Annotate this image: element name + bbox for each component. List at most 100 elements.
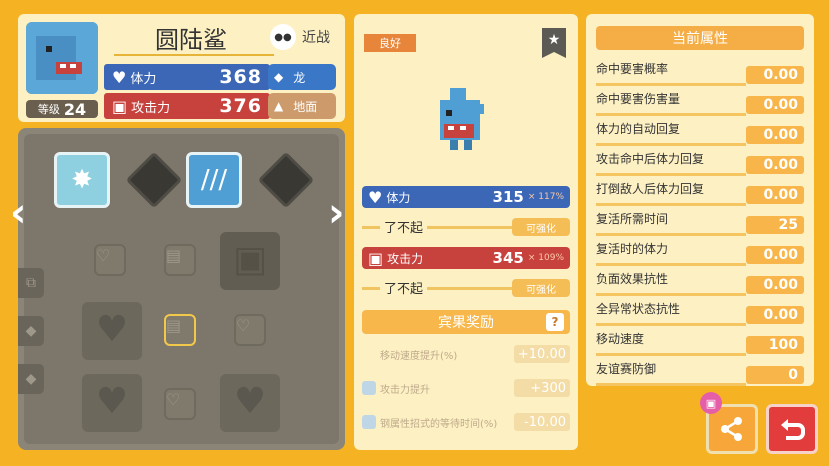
stone-slot-large[interactable]: ♥: [82, 302, 142, 360]
pokemon-header: 等级 24 圆陆鲨 ●● 近战 ♥ 体力 368 ▣ 攻击力 376 ◆ 龙 ▲…: [18, 14, 345, 122]
pokemon-name: 圆陆鲨: [155, 26, 227, 54]
rank-ribbon: 良好: [364, 34, 416, 52]
attack-stat: ▣ 攻击力 376: [104, 93, 270, 119]
attribute-label: 命中要害伤害量: [596, 92, 681, 106]
row-underline: [596, 173, 746, 176]
attribute-value: 0.00: [746, 96, 804, 114]
stone-slot-large[interactable]: ▣: [220, 232, 280, 290]
bonus-row: 攻击力提升 +300: [362, 378, 570, 398]
row-underline: [596, 203, 746, 206]
side-tab-3[interactable]: ◆: [18, 364, 44, 394]
attribute-label: 复活所需时间: [596, 212, 669, 226]
board-grid: ✸ /// ♡ ▤ ▣ ♥ ▤ ♡ ♥ ♡ ♥: [24, 134, 339, 444]
level-badge: 等级 24: [26, 99, 98, 119]
skill-gem-2[interactable]: [257, 151, 315, 209]
detail-attack-bar: ▣ 攻击力 345 × 109%: [362, 247, 570, 269]
gift-icon[interactable]: ▣: [700, 392, 722, 414]
attack-rating: 了不起: [380, 278, 428, 297]
help-icon[interactable]: ?: [546, 313, 564, 331]
attack-style: ●● 近战: [270, 24, 330, 50]
chevron-right-icon: ›: [328, 190, 345, 236]
attribute-row: 打倒敌人后体力回复 0.00: [596, 180, 804, 206]
stone-slot-selected[interactable]: ▤: [164, 314, 196, 346]
stone-slot[interactable]: ♡: [164, 388, 196, 420]
detail-hp-multiplier: × 117%: [527, 192, 564, 202]
level-label: 等级: [37, 103, 60, 116]
fist-icon: ▣: [112, 96, 128, 116]
attack-style-label: 近战: [302, 30, 330, 46]
bonus-label: 攻击力提升: [380, 384, 430, 396]
attribute-value: 0.00: [746, 156, 804, 174]
row-underline: [596, 263, 746, 266]
attribute-value: 25: [746, 216, 804, 234]
current-attributes-panel: 当前属性 命中要害概率 0.00 命中要害伤害量 0.00 体力的自动回复 0.…: [586, 14, 814, 386]
ground-type-icon: ▲: [274, 99, 284, 113]
claw-move-icon: ///: [200, 165, 228, 195]
stone-slot-large[interactable]: ♥: [82, 374, 142, 432]
stone-slot-large[interactable]: ♥: [220, 374, 280, 432]
level-value: 24: [63, 99, 87, 119]
attribute-label: 负面效果抗性: [596, 272, 669, 286]
detail-hp-label: 体力: [386, 190, 411, 205]
stone-slot[interactable]: ♡: [94, 244, 126, 276]
heart-icon: ♥: [112, 67, 127, 87]
attribute-value: 0.00: [746, 66, 804, 84]
side-tab-2[interactable]: ◆: [18, 316, 44, 346]
bonus-value: -10.00: [514, 413, 570, 431]
attack-enhance-button[interactable]: 可强化: [512, 279, 570, 297]
type-dragon: ◆ 龙: [268, 64, 336, 90]
hp-enhance-button[interactable]: 可强化: [512, 218, 570, 236]
dragon-tab-icon: ◆: [25, 371, 37, 387]
stone-slot[interactable]: ♡: [234, 314, 266, 346]
fist-icon: ▣: [368, 248, 384, 268]
attack-label: 攻击力: [131, 100, 171, 116]
favorite-star-icon[interactable]: ★: [542, 28, 566, 58]
next-arrow[interactable]: ›: [328, 190, 344, 236]
row-underline: [596, 113, 746, 116]
hp-stat: ♥ 体力 368: [104, 64, 270, 90]
bonus-row: 移动速度提升(%) +10.00: [362, 344, 570, 364]
bingo-bonus-header: 宾果奖励 ?: [362, 310, 570, 334]
dragon-type-icon: [362, 381, 376, 395]
detail-hp-value: 315: [492, 188, 524, 206]
attribute-row: 攻击命中后体力回复 0.00: [596, 150, 804, 176]
bingo-bonus-title: 宾果奖励: [438, 315, 494, 331]
attribute-label: 友谊赛防御: [596, 362, 657, 376]
attribute-label: 命中要害概率: [596, 62, 669, 76]
row-underline: [596, 143, 746, 146]
dragon-tab-icon: ◆: [25, 323, 37, 339]
move-slot-2[interactable]: ///: [186, 152, 242, 208]
attribute-value: 0.00: [746, 246, 804, 264]
heart-icon: ♥: [95, 381, 129, 422]
attribute-value: 0.00: [746, 306, 804, 324]
stone-slot[interactable]: ▤: [164, 244, 196, 276]
attribute-label: 复活时的体力: [596, 242, 669, 256]
fist-icon: ▣: [232, 239, 267, 280]
row-underline: [596, 233, 746, 236]
burst-move-icon: ✸: [71, 165, 93, 195]
bonus-label: 移动速度提升(%): [380, 350, 458, 362]
attribute-label: 移动速度: [596, 332, 645, 346]
melee-icon: ●●: [270, 24, 296, 50]
hp-value: 368: [219, 66, 262, 88]
attribute-row: 复活所需时间 25: [596, 210, 804, 236]
skill-gem-1[interactable]: [125, 151, 183, 209]
attack-rating-row: 了不起 可强化: [362, 278, 570, 297]
type-ground: ▲ 地面: [268, 93, 336, 119]
back-button[interactable]: [766, 404, 818, 454]
row-underline: [596, 323, 746, 326]
stats-detail-panel: 良好 ★ ♥ 体力 315 × 117% 了不起 可强化 ▣ 攻击力 345 ×…: [354, 14, 578, 450]
side-tab-1[interactable]: ⧉: [18, 268, 44, 298]
power-stone-board: ✸ /// ♡ ▤ ▣ ♥ ▤ ♡ ♥ ♡ ♥ ⧉ ◆ ◆: [18, 128, 345, 450]
attribute-row: 复活时的体力 0.00: [596, 240, 804, 266]
name-underline: [114, 54, 274, 56]
attribute-value: 0.00: [746, 186, 804, 204]
fist-icon: ▤: [166, 246, 182, 265]
return-icon: [781, 419, 805, 440]
heart-icon: ♡: [96, 246, 111, 265]
attribute-row: 命中要害伤害量 0.00: [596, 90, 804, 116]
prev-arrow[interactable]: ‹: [10, 190, 26, 236]
hp-rating: 了不起: [380, 217, 428, 236]
move-slot-1[interactable]: ✸: [54, 152, 110, 208]
bonus-row: 钢属性招式的等待时间(%) -10.00: [362, 412, 570, 432]
